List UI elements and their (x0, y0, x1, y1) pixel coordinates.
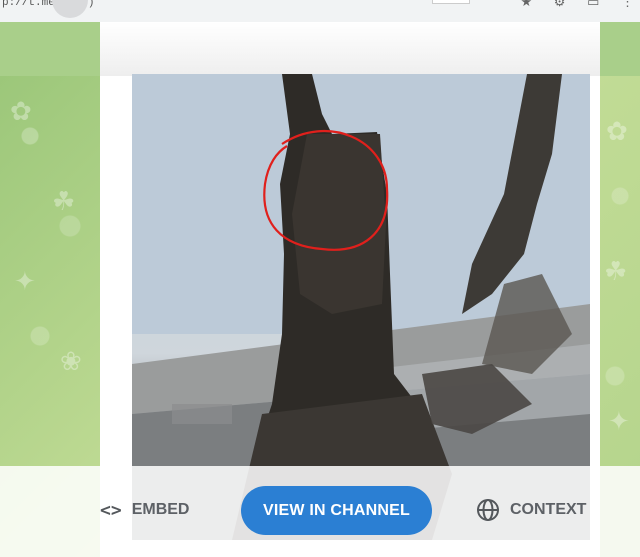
avatar (52, 0, 88, 18)
card-header-fade (100, 22, 600, 76)
doodle-icon: ✿ (10, 96, 32, 126)
doodle-icon: ❀ (60, 346, 82, 376)
star-icon[interactable]: ★ (521, 0, 533, 9)
globe-icon (477, 499, 499, 521)
menu-icon[interactable]: ⋮ (621, 0, 634, 9)
embed-button[interactable]: <> EMBED (100, 497, 189, 523)
context-button[interactable]: CONTEXT (476, 497, 586, 523)
doodle-icon: ✦ (14, 266, 36, 296)
extension-icon[interactable]: ⚙ (554, 0, 566, 9)
address-box[interactable] (432, 0, 470, 4)
doodle-icon: ✿ (606, 116, 628, 146)
view-in-channel-button[interactable]: VIEW IN CHANNEL (241, 486, 432, 535)
code-brackets-icon: <> (100, 499, 122, 521)
doodle-icon: ☘ (52, 186, 76, 216)
view-in-channel-label: VIEW IN CHANNEL (263, 501, 410, 519)
context-label: CONTEXT (510, 501, 587, 518)
embed-label: EMBED (131, 501, 190, 518)
browser-toolbar: p://t.me/... ) ★ ⚙ ▭ ⋮ (0, 0, 640, 22)
doodle-icon: ✦ (608, 406, 630, 436)
doodle-icon: ☘ (604, 256, 628, 286)
window-icon[interactable]: ▭ (587, 0, 599, 9)
